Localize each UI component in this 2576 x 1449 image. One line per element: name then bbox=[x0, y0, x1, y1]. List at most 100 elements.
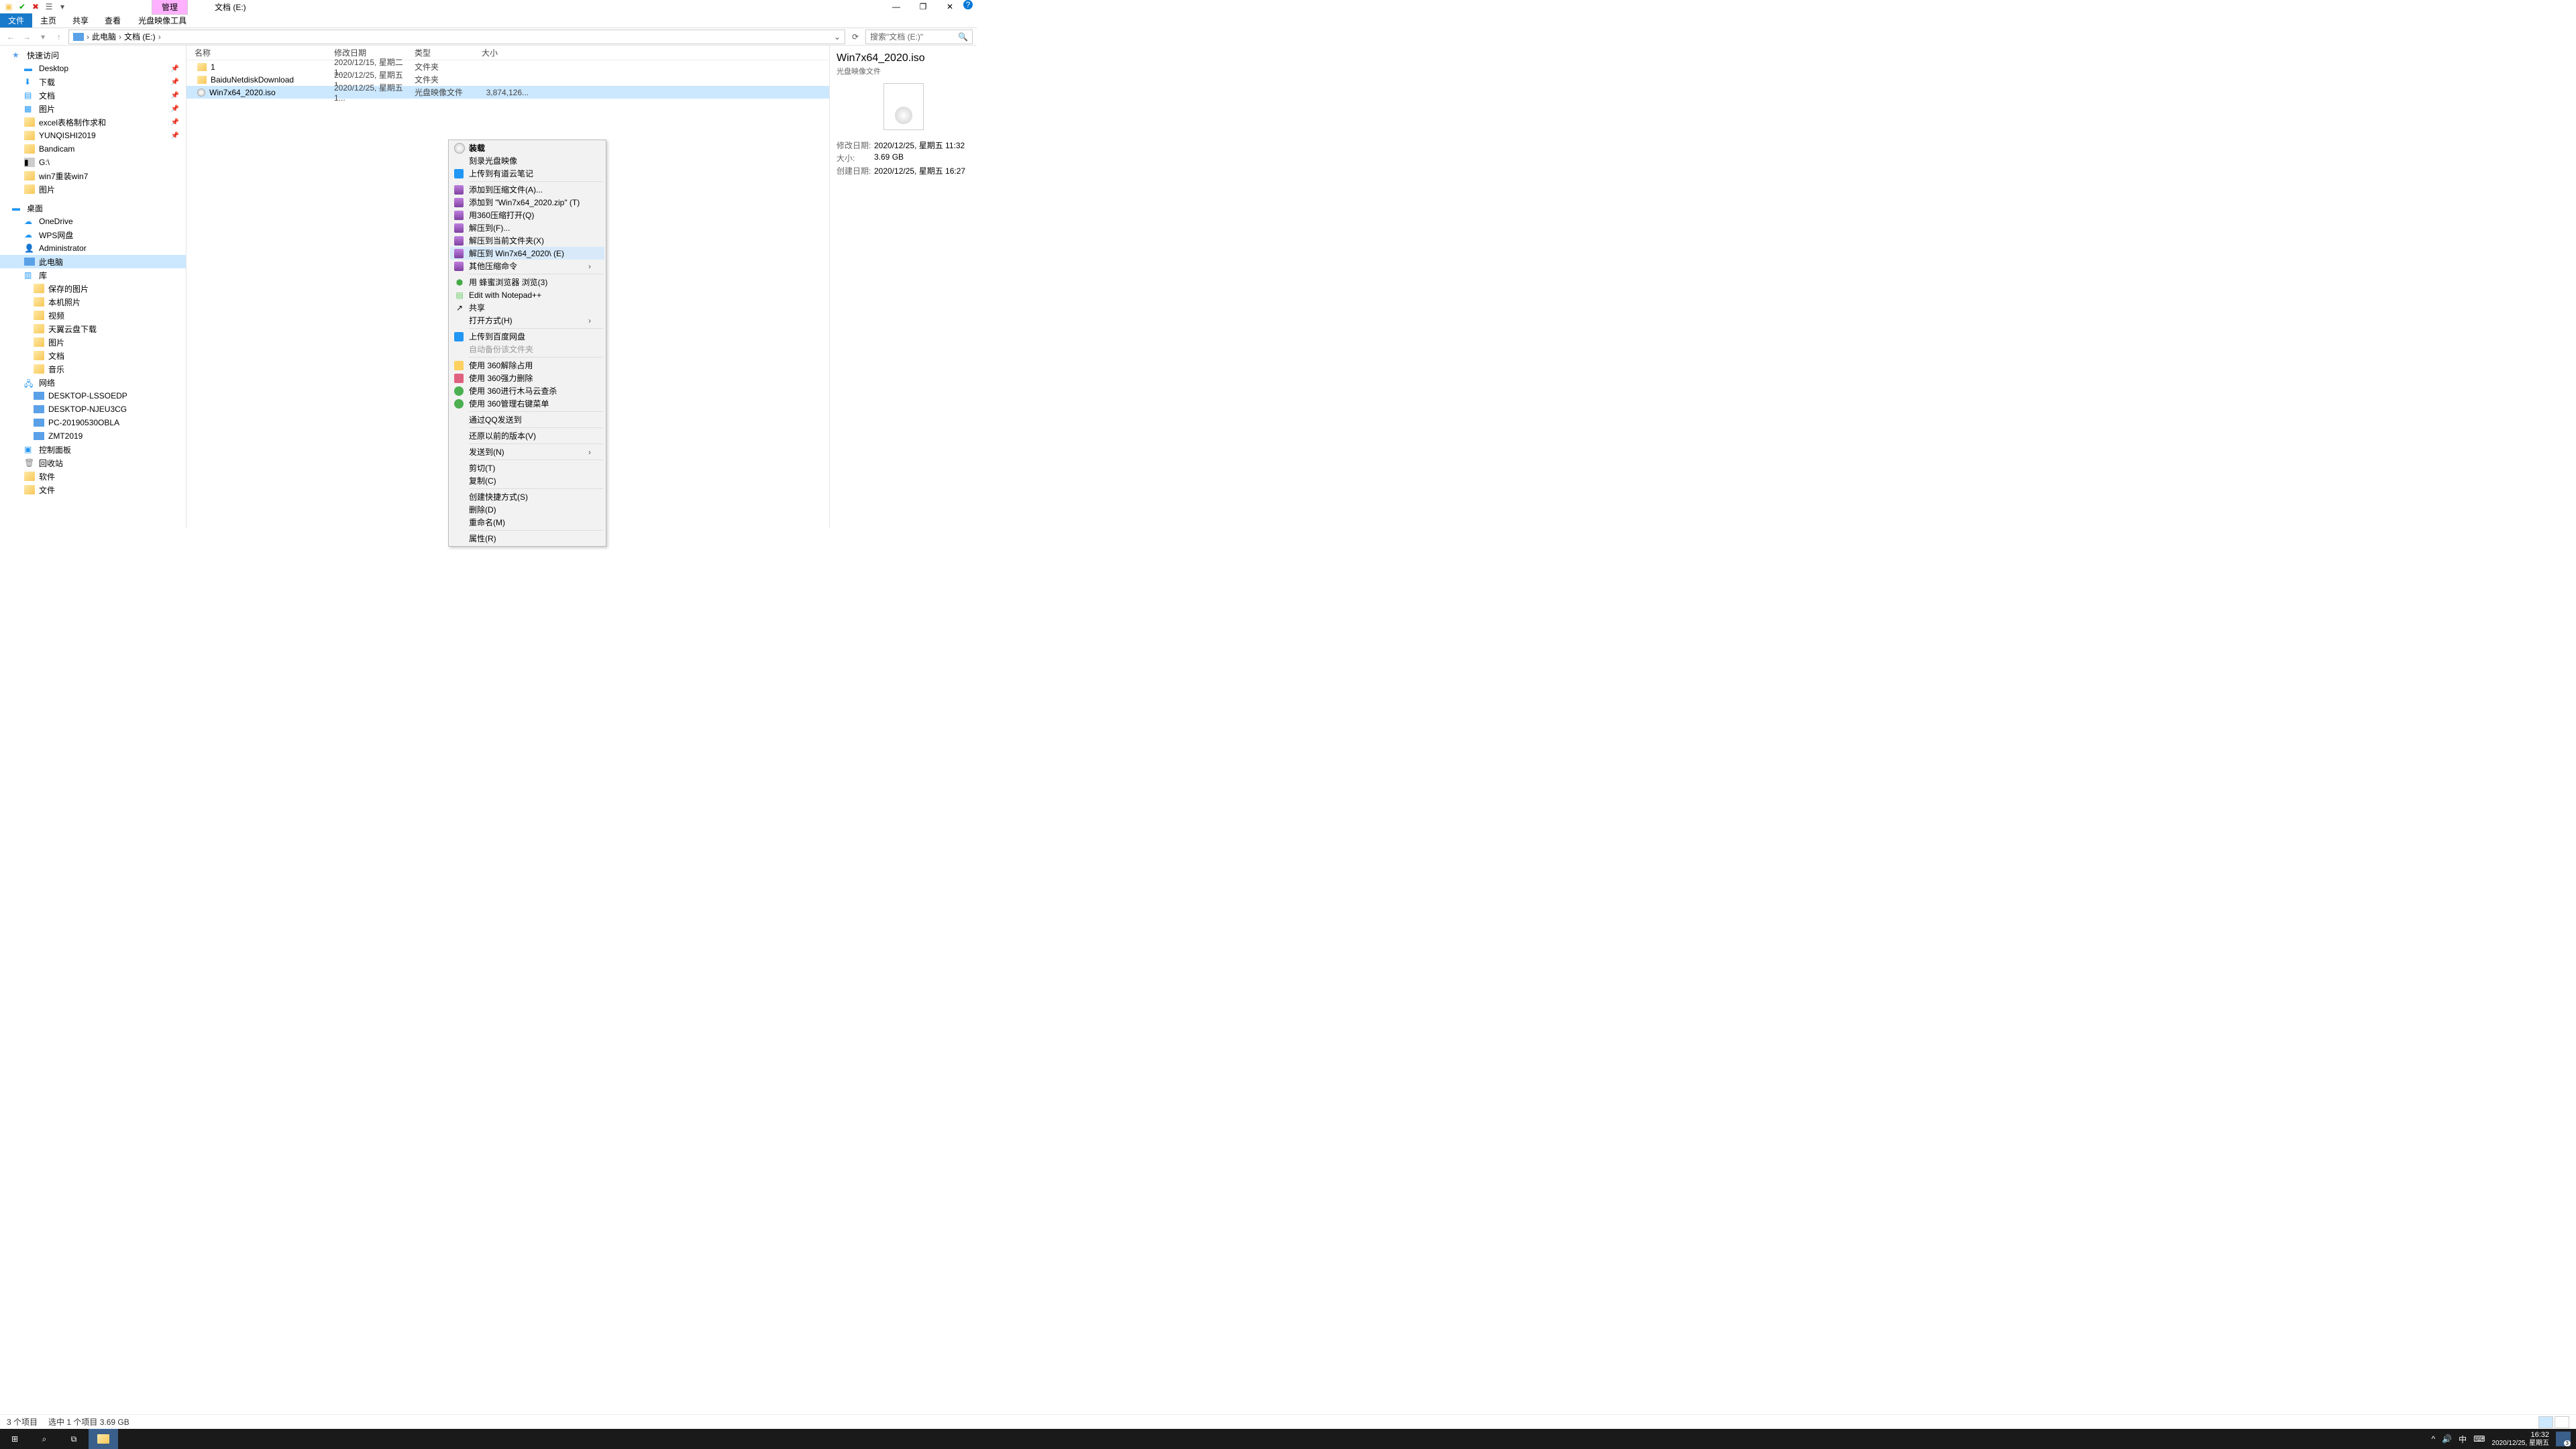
view-details-button[interactable] bbox=[2538, 1416, 2553, 1428]
tree-pictures[interactable]: ▦图片📌 bbox=[0, 102, 186, 115]
ctx-send-to[interactable]: 发送到(N)› bbox=[450, 445, 604, 458]
qat-more-icon[interactable]: ▾ bbox=[58, 2, 67, 11]
nav-forward[interactable]: → bbox=[20, 32, 34, 42]
tree-desktop-root[interactable]: ▬桌面 bbox=[0, 201, 186, 215]
tree-admin[interactable]: 👤Administrator bbox=[0, 241, 186, 255]
tree-music[interactable]: 音乐 bbox=[0, 362, 186, 376]
tree-pc4[interactable]: ZMT2019 bbox=[0, 429, 186, 443]
ctx-open-with[interactable]: 打开方式(H)› bbox=[450, 314, 604, 327]
file-row-selected[interactable]: Win7x64_2020.iso 2020/12/25, 星期五 1... 光盘… bbox=[186, 86, 829, 99]
refresh-button[interactable]: ⟳ bbox=[848, 32, 863, 42]
tree-wps[interactable]: ☁WPS网盘 bbox=[0, 228, 186, 241]
search-button[interactable]: ⌕ bbox=[30, 1429, 59, 1449]
bc-this-pc[interactable]: 此电脑 bbox=[92, 31, 116, 42]
tree-pics2[interactable]: 图片 bbox=[0, 182, 186, 196]
ctx-copy[interactable]: 复制(C) bbox=[450, 474, 604, 487]
ctx-extract-to[interactable]: 解压到 Win7x64_2020\ (E) bbox=[450, 247, 604, 260]
ctx-delete[interactable]: 删除(D) bbox=[450, 503, 604, 516]
tree-control-panel[interactable]: ▣控制面板 bbox=[0, 443, 186, 456]
close-button[interactable]: ✕ bbox=[936, 0, 963, 13]
explorer-taskbar-button[interactable] bbox=[89, 1429, 118, 1449]
tab-home[interactable]: 主页 bbox=[32, 13, 64, 28]
ctx-bee-browser[interactable]: ⬢用 蜂蜜浏览器 浏览(3) bbox=[450, 276, 604, 288]
ctx-add-zip[interactable]: 添加到 "Win7x64_2020.zip" (T) bbox=[450, 196, 604, 209]
nav-pane[interactable]: ★快速访问 ▬Desktop📌 ⬇下载📌 ▤文档📌 ▦图片📌 excel表格制作… bbox=[0, 46, 186, 529]
tree-gdrive[interactable]: ▮G:\ bbox=[0, 156, 186, 169]
ctx-cut[interactable]: 剪切(T) bbox=[450, 462, 604, 474]
tree-desktop[interactable]: ▬Desktop📌 bbox=[0, 62, 186, 75]
ctx-burn[interactable]: 刻录光盘映像 bbox=[450, 154, 604, 167]
ctx-360-force-delete[interactable]: 使用 360强力删除 bbox=[450, 372, 604, 384]
checkmark-icon[interactable]: ✔ bbox=[17, 2, 27, 11]
help-icon[interactable]: ? bbox=[963, 0, 973, 9]
tree-library[interactable]: ▥库 bbox=[0, 268, 186, 282]
file-row[interactable]: 1 2020/12/15, 星期二 1... 文件夹 bbox=[186, 60, 829, 73]
ctx-share[interactable]: ↗共享 bbox=[450, 301, 604, 314]
ctx-360-trojan[interactable]: 使用 360进行木马云查杀 bbox=[450, 384, 604, 397]
tab-view[interactable]: 查看 bbox=[97, 13, 129, 28]
tree-recycle[interactable]: 🗑回收站 bbox=[0, 456, 186, 470]
x-red-icon[interactable]: ✖ bbox=[31, 2, 40, 11]
action-center-button[interactable]: 3 bbox=[2556, 1432, 2571, 1446]
ctx-youdao[interactable]: 上传到有道云笔记 bbox=[450, 167, 604, 180]
ctx-rename[interactable]: 重命名(M) bbox=[450, 516, 604, 529]
tree-pics3[interactable]: 图片 bbox=[0, 335, 186, 349]
tree-saved-pics[interactable]: 保存的图片 bbox=[0, 282, 186, 295]
tree-quick-access[interactable]: ★快速访问 bbox=[0, 48, 186, 62]
tree-local-pics[interactable]: 本机照片 bbox=[0, 295, 186, 309]
volume-icon[interactable]: 🔊 bbox=[2442, 1434, 2452, 1444]
tree-excel[interactable]: excel表格制作求和📌 bbox=[0, 115, 186, 129]
ctx-create-shortcut[interactable]: 创建快捷方式(S) bbox=[450, 490, 604, 503]
ctx-restore-version[interactable]: 还原以前的版本(V) bbox=[450, 429, 604, 442]
ctx-add-archive[interactable]: 添加到压缩文件(A)... bbox=[450, 183, 604, 196]
ctx-notepad[interactable]: ▤Edit with Notepad++ bbox=[450, 288, 604, 301]
search-input[interactable]: 搜索"文档 (E:)" 🔍 bbox=[865, 30, 973, 44]
tree-pc3[interactable]: PC-20190530OBLA bbox=[0, 416, 186, 429]
keyboard-icon[interactable]: ⌨ bbox=[2473, 1434, 2485, 1444]
col-size[interactable]: 大小 bbox=[482, 47, 535, 58]
ctx-mount[interactable]: 装载 bbox=[450, 142, 604, 154]
col-name[interactable]: 名称 bbox=[186, 47, 334, 58]
tree-documents[interactable]: ▤文档📌 bbox=[0, 89, 186, 102]
tree-yunqishi[interactable]: YUNQISHI2019📌 bbox=[0, 129, 186, 142]
tree-soft[interactable]: 软件 bbox=[0, 470, 186, 483]
tree-network[interactable]: 🖧网络 bbox=[0, 376, 186, 389]
nav-back[interactable]: ← bbox=[4, 32, 17, 42]
tree-skydl[interactable]: 天翼云盘下载 bbox=[0, 322, 186, 335]
bc-drive[interactable]: 文档 (E:) bbox=[124, 31, 156, 42]
ctx-properties[interactable]: 属性(R) bbox=[450, 532, 604, 545]
ctx-360-unlock[interactable]: 使用 360解除占用 bbox=[450, 359, 604, 372]
ctx-extract[interactable]: 解压到(F)... bbox=[450, 221, 604, 234]
view-icons-button[interactable] bbox=[2555, 1416, 2569, 1428]
ctx-baidu-upload[interactable]: 上传到百度网盘 bbox=[450, 330, 604, 343]
tree-pc2[interactable]: DESKTOP-NJEU3CG bbox=[0, 402, 186, 416]
tree-videos[interactable]: 视频 bbox=[0, 309, 186, 322]
nav-history-dropdown[interactable]: ▾ bbox=[36, 32, 50, 42]
clock[interactable]: 16:32 2020/12/25, 星期五 bbox=[2491, 1431, 2549, 1446]
bc-dropdown-icon[interactable]: ⌄ bbox=[834, 32, 841, 42]
file-row[interactable]: BaiduNetdiskDownload 2020/12/25, 星期五 1..… bbox=[186, 73, 829, 86]
tree-files[interactable]: 文件 bbox=[0, 483, 186, 496]
tree-bandicam[interactable]: Bandicam bbox=[0, 142, 186, 156]
tree-win7re[interactable]: win7重装win7 bbox=[0, 169, 186, 182]
dropdown-icon[interactable]: ☰ bbox=[44, 2, 54, 11]
ctx-qq-send[interactable]: 通过QQ发送到 bbox=[450, 413, 604, 426]
tree-downloads[interactable]: ⬇下载📌 bbox=[0, 75, 186, 89]
breadcrumb[interactable]: › 此电脑 › 文档 (E:) › ⌄ bbox=[68, 30, 845, 44]
tree-pc1[interactable]: DESKTOP-LSSOEDP bbox=[0, 389, 186, 402]
ime-indicator[interactable]: 中 bbox=[2459, 1434, 2467, 1445]
ctx-360-manage[interactable]: 使用 360管理右键菜单 bbox=[450, 397, 604, 410]
nav-up[interactable]: ↑ bbox=[52, 32, 66, 42]
maximize-button[interactable]: ❐ bbox=[910, 0, 936, 13]
tab-disc-tools[interactable]: 光盘映像工具 bbox=[130, 13, 195, 28]
tree-this-pc[interactable]: 此电脑 bbox=[0, 255, 186, 268]
tree-docs2[interactable]: 文档 bbox=[0, 349, 186, 362]
tray-chevron-icon[interactable]: ^ bbox=[2431, 1434, 2435, 1444]
contextual-tab[interactable]: 管理 bbox=[152, 0, 188, 15]
start-button[interactable]: ⊞ bbox=[0, 1429, 30, 1449]
tab-share[interactable]: 共享 bbox=[64, 13, 97, 28]
col-type[interactable]: 类型 bbox=[415, 47, 482, 58]
task-view-button[interactable]: ⧉ bbox=[59, 1429, 89, 1449]
tab-file[interactable]: 文件 bbox=[0, 13, 32, 28]
ctx-extract-here[interactable]: 解压到当前文件夹(X) bbox=[450, 234, 604, 247]
